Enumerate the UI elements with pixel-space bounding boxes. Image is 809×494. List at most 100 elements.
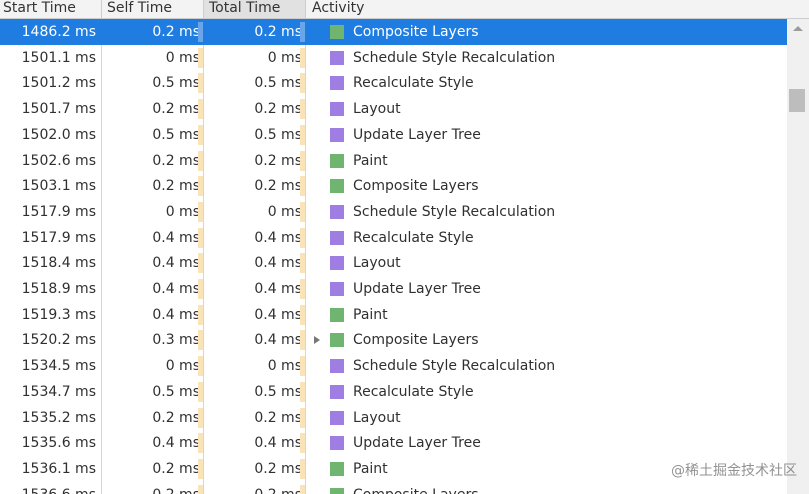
total-time-bar	[300, 73, 305, 94]
category-color-swatch-icon	[330, 307, 344, 322]
activity-label: Paint	[353, 152, 388, 169]
table-row[interactable]: 1502.6 ms 0.2 ms 0.2 ms Paint	[0, 148, 787, 174]
column-header-activity[interactable]: Activity	[306, 0, 809, 18]
self-time-bar	[198, 150, 203, 171]
activity-label: Paint	[353, 460, 388, 477]
total-time-cell: 0.4 ms	[254, 306, 302, 323]
total-time-bar	[300, 458, 305, 479]
scroll-up-arrow-icon[interactable]	[793, 26, 803, 31]
table-row[interactable]: 1534.5 ms 0 ms 0 ms Schedule Style Recalcul…	[0, 353, 787, 379]
total-time-cell: 0.4 ms	[254, 255, 302, 272]
total-time-bar	[300, 484, 305, 494]
category-color-swatch-icon	[330, 410, 344, 425]
category-color-swatch-icon	[330, 127, 344, 142]
self-time-bar	[198, 22, 203, 42]
self-time-bar	[198, 484, 203, 494]
self-time-bar	[198, 47, 203, 68]
table-row[interactable]: 1501.7 ms 0.2 ms 0.2 ms Layout	[0, 96, 787, 122]
vertical-scrollbar[interactable]	[787, 19, 809, 494]
total-time-bar	[300, 356, 305, 377]
table-row[interactable]: 1503.1 ms 0.2 ms 0.2 ms Composite Layers	[0, 173, 787, 199]
category-color-swatch-icon	[330, 102, 344, 117]
activity-cell: Composite Layers	[306, 327, 787, 353]
activity-label: Composite Layers	[353, 482, 479, 494]
start-time-cell: 1501.7 ms	[21, 101, 96, 118]
category-color-swatch-icon	[330, 230, 344, 245]
self-time-bar	[198, 407, 203, 428]
total-time-cell: 0 ms	[267, 203, 302, 220]
self-time-cell: 0.4 ms	[152, 255, 200, 272]
category-color-swatch-icon	[330, 359, 344, 374]
table-row[interactable]: 1502.0 ms 0.5 ms 0.5 ms Update Layer Tree	[0, 122, 787, 148]
category-color-swatch-icon	[330, 436, 344, 451]
event-log-table: Start Time Self Time Total Time Activity…	[0, 0, 809, 494]
self-time-bar	[198, 176, 203, 197]
self-time-cell: 0.2 ms	[152, 152, 200, 169]
category-color-swatch-icon	[330, 487, 344, 494]
activity-cell: Composite Layers	[306, 482, 787, 494]
total-time-cell: 0.5 ms	[254, 126, 302, 143]
self-time-cell: 0.2 ms	[152, 101, 200, 118]
table-row[interactable]: 1486.2 ms 0.2 ms 0.2 ms Composite Layers	[0, 19, 787, 45]
total-time-cell: 0.4 ms	[254, 435, 302, 452]
column-header-start-time[interactable]: Start Time	[0, 0, 102, 18]
table-header: Start Time Self Time Total Time Activity	[0, 0, 809, 19]
self-time-cell: 0 ms	[165, 358, 200, 375]
self-time-bar	[198, 99, 203, 120]
activity-label: Layout	[353, 255, 401, 272]
activity-cell: Schedule Style Recalculation	[306, 199, 787, 225]
category-color-swatch-icon	[330, 50, 344, 65]
self-time-bar	[198, 381, 203, 402]
table-row[interactable]: 1535.2 ms 0.2 ms 0.2 ms Layout	[0, 405, 787, 431]
total-time-bar	[300, 99, 305, 120]
activity-label: Schedule Style Recalculation	[353, 49, 556, 66]
table-row[interactable]: 1520.2 ms 0.3 ms 0.4 ms Composite Layers	[0, 327, 787, 353]
scrollbar-thumb[interactable]	[789, 89, 805, 112]
activity-label: Schedule Style Recalculation	[353, 358, 556, 375]
expand-arrow-icon[interactable]	[314, 336, 320, 345]
table-row[interactable]: 1501.2 ms 0.5 ms 0.5 ms Recalculate Style	[0, 70, 787, 96]
activity-cell: Layout	[306, 250, 787, 276]
table-row[interactable]: 1517.9 ms 0.4 ms 0.4 ms Recalculate Style	[0, 225, 787, 251]
start-time-cell: 1534.5 ms	[21, 358, 96, 375]
category-color-swatch-icon	[330, 333, 344, 348]
table-row[interactable]: 1534.7 ms 0.5 ms 0.5 ms Recalculate Style	[0, 379, 787, 405]
total-time-bar	[300, 150, 305, 171]
start-time-cell: 1502.6 ms	[21, 152, 96, 169]
self-time-bar	[198, 304, 203, 325]
table-row[interactable]: 1536.1 ms 0.2 ms 0.2 ms Paint	[0, 456, 787, 482]
start-time-cell: 1501.2 ms	[21, 75, 96, 92]
activity-cell: Layout	[306, 96, 787, 122]
total-time-bar	[300, 227, 305, 248]
self-time-bar	[198, 433, 203, 454]
total-time-bar	[300, 304, 305, 325]
self-time-cell: 0.2 ms	[152, 460, 200, 477]
activity-label: Update Layer Tree	[353, 126, 481, 143]
total-time-cell: 0.2 ms	[204, 482, 302, 494]
activity-cell: Paint	[306, 302, 787, 328]
self-time-cell: 0.4 ms	[152, 435, 200, 452]
self-time-cell: 0.4 ms	[152, 281, 200, 297]
start-time-cell: 1518.4 ms	[21, 255, 96, 272]
table-row[interactable]: 1518.4 ms 0.4 ms 0.4 ms Layout	[0, 250, 787, 276]
total-time-cell: 0.4 ms	[254, 281, 302, 297]
start-time-cell: 1520.2 ms	[21, 332, 96, 349]
activity-cell: Recalculate Style	[306, 70, 787, 96]
table-row[interactable]: 1519.3 ms 0.4 ms 0.4 ms Paint	[0, 302, 787, 328]
table-row[interactable]: 1518.9 ms 0.4 ms 0.4 ms Update Layer Tree	[0, 276, 787, 302]
total-time-cell: 0.5 ms	[254, 75, 302, 92]
table-row[interactable]: 1517.9 ms 0 ms 0 ms Schedule Style Recalcul…	[0, 199, 787, 225]
table-row[interactable]: 1501.1 ms 0 ms 0 ms Schedule Style Recalcul…	[0, 45, 787, 71]
table-row[interactable]: 1536.6 ms 0.2 ms 0.2 ms Composite Layers	[0, 482, 787, 494]
self-time-cell: 0.3 ms	[152, 332, 200, 349]
column-header-total-time[interactable]: Total Time	[204, 0, 306, 18]
total-time-cell: 0 ms	[267, 358, 302, 375]
column-header-self-time[interactable]: Self Time	[102, 0, 204, 18]
total-time-bar	[300, 253, 305, 274]
start-time-cell: 1535.2 ms	[21, 409, 96, 426]
category-color-swatch-icon	[330, 153, 344, 168]
activity-label: Recalculate Style	[353, 75, 474, 92]
activity-label: Update Layer Tree	[353, 281, 481, 297]
start-time-cell: 1519.3 ms	[21, 306, 96, 323]
table-row[interactable]: 1535.6 ms 0.4 ms 0.4 ms Update Layer Tree	[0, 430, 787, 456]
